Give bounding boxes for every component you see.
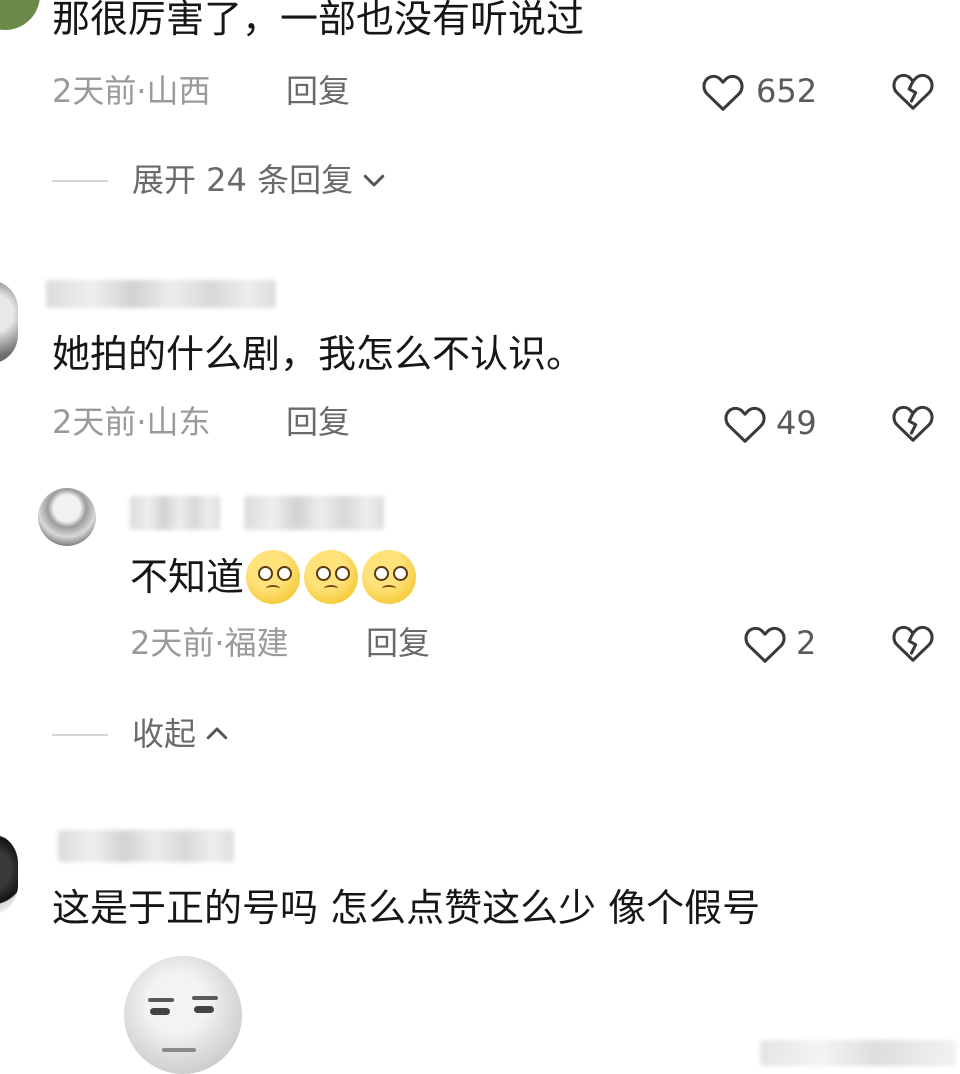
reply-username-blurred[interactable]	[130, 496, 220, 530]
thread-divider	[52, 734, 108, 736]
expand-replies-label: 展开 24 条回复	[132, 161, 354, 199]
collapse-replies-label: 收起	[132, 715, 197, 753]
like-button[interactable]: 49	[722, 400, 817, 446]
comment-meta: 2天前·山西	[52, 71, 211, 111]
reply-button[interactable]: 回复	[286, 402, 350, 442]
reply-button[interactable]: 回复	[286, 71, 350, 111]
comment-meta: 2天前·山东	[52, 402, 211, 442]
heart-outline-icon	[702, 74, 744, 111]
heart-outline-icon	[724, 406, 766, 443]
broken-heart-icon	[892, 73, 934, 110]
avatar[interactable]	[0, 0, 40, 30]
broken-heart-icon	[892, 405, 934, 442]
pleading-face-emoji	[246, 550, 301, 604]
avatar[interactable]	[0, 832, 18, 916]
pleading-face-emoji	[304, 550, 359, 604]
like-count: 2	[796, 624, 817, 662]
meme-sticker-image[interactable]	[124, 956, 242, 1074]
comment-text: 那很厉害了，一部也没有听说过	[52, 0, 585, 41]
comment-time: 2天前	[52, 72, 137, 110]
reply-target-blurred[interactable]	[244, 496, 384, 530]
comment-text: 她拍的什么剧，我怎么不认识。	[52, 332, 585, 376]
chevron-down-icon	[363, 174, 385, 187]
meta-separator: ·	[136, 72, 147, 110]
dislike-button[interactable]	[890, 400, 936, 448]
collapse-replies-button[interactable]: 收起	[132, 714, 232, 754]
pleading-face-emoji	[362, 550, 417, 604]
comment-time: 2天前	[52, 403, 137, 441]
dislike-button[interactable]	[890, 620, 936, 668]
watermark	[760, 1040, 956, 1066]
heart-outline-icon	[744, 626, 786, 663]
username-blurred[interactable]	[46, 280, 276, 308]
dislike-button[interactable]	[890, 68, 936, 116]
chevron-up-icon	[206, 727, 228, 740]
like-button[interactable]: 652	[700, 68, 817, 114]
reply-avatar[interactable]	[38, 488, 96, 546]
meta-separator: ·	[214, 624, 225, 662]
like-count: 49	[776, 404, 817, 442]
broken-heart-icon	[892, 625, 934, 662]
like-button[interactable]: 2	[742, 620, 816, 666]
username-blurred[interactable]	[58, 830, 234, 862]
expand-replies-button[interactable]: 展开 24 条回复	[132, 160, 389, 200]
reply-location: 福建	[224, 624, 289, 662]
reply-time: 2天前	[130, 624, 215, 662]
reply-button[interactable]: 回复	[366, 623, 430, 663]
comment-text: 这是于正的号吗 怎么点赞这么少 像个假号	[52, 886, 761, 930]
avatar[interactable]	[0, 280, 18, 364]
comment-location: 山东	[146, 403, 211, 441]
comment-location: 山西	[146, 72, 211, 110]
meta-separator: ·	[136, 403, 147, 441]
thread-divider	[52, 180, 108, 182]
reply-meta: 2天前·福建	[130, 623, 289, 663]
like-count: 652	[756, 72, 818, 110]
reply-text-row: 不知道	[130, 550, 417, 604]
reply-text: 不知道	[130, 555, 245, 599]
